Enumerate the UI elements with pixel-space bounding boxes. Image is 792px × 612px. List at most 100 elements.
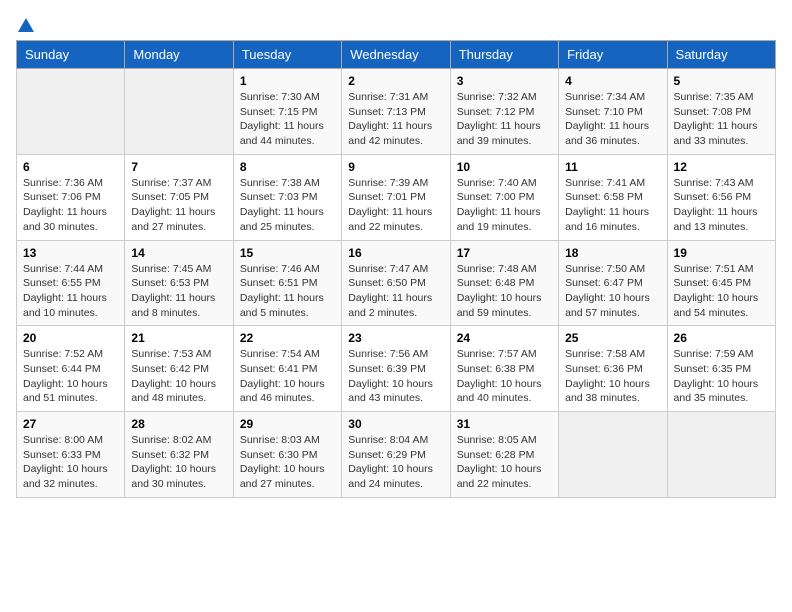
day-number: 11	[565, 160, 660, 174]
day-info: Sunrise: 7:39 AMSunset: 7:01 PMDaylight:…	[348, 176, 443, 235]
day-info: Sunrise: 7:31 AMSunset: 7:13 PMDaylight:…	[348, 90, 443, 149]
day-cell: 24 Sunrise: 7:57 AMSunset: 6:38 PMDayligh…	[450, 326, 558, 412]
day-number: 17	[457, 246, 552, 260]
day-number: 25	[565, 331, 660, 345]
calendar: SundayMondayTuesdayWednesdayThursdayFrid…	[16, 40, 776, 498]
day-cell: 1 Sunrise: 7:30 AMSunset: 7:15 PMDaylight…	[233, 69, 341, 155]
day-cell: 27 Sunrise: 8:00 AMSunset: 6:33 PMDayligh…	[17, 412, 125, 498]
day-number: 7	[131, 160, 226, 174]
day-cell: 6 Sunrise: 7:36 AMSunset: 7:06 PMDaylight…	[17, 154, 125, 240]
day-cell: 9 Sunrise: 7:39 AMSunset: 7:01 PMDaylight…	[342, 154, 450, 240]
day-info: Sunrise: 7:34 AMSunset: 7:10 PMDaylight:…	[565, 90, 660, 149]
day-number: 28	[131, 417, 226, 431]
day-number: 19	[674, 246, 769, 260]
day-info: Sunrise: 7:59 AMSunset: 6:35 PMDaylight:…	[674, 347, 769, 406]
day-number: 8	[240, 160, 335, 174]
day-info: Sunrise: 8:00 AMSunset: 6:33 PMDaylight:…	[23, 433, 118, 492]
day-info: Sunrise: 7:35 AMSunset: 7:08 PMDaylight:…	[674, 90, 769, 149]
day-info: Sunrise: 7:53 AMSunset: 6:42 PMDaylight:…	[131, 347, 226, 406]
day-info: Sunrise: 7:50 AMSunset: 6:47 PMDaylight:…	[565, 262, 660, 321]
day-info: Sunrise: 7:36 AMSunset: 7:06 PMDaylight:…	[23, 176, 118, 235]
day-cell	[125, 69, 233, 155]
day-cell: 26 Sunrise: 7:59 AMSunset: 6:35 PMDayligh…	[667, 326, 775, 412]
day-number: 16	[348, 246, 443, 260]
day-number: 15	[240, 246, 335, 260]
day-cell: 29Sunrise: 8:03 AMSunset: 6:30 PMDayligh…	[233, 412, 341, 498]
week-row-2: 6 Sunrise: 7:36 AMSunset: 7:06 PMDaylight…	[17, 154, 776, 240]
week-row-3: 13Sunrise: 7:44 AMSunset: 6:55 PMDayligh…	[17, 240, 776, 326]
day-cell: 15 Sunrise: 7:46 AMSunset: 6:51 PMDayligh…	[233, 240, 341, 326]
day-cell: 12 Sunrise: 7:43 AMSunset: 6:56 PMDayligh…	[667, 154, 775, 240]
day-number: 30	[348, 417, 443, 431]
day-number: 6	[23, 160, 118, 174]
day-number: 29	[240, 417, 335, 431]
day-info: Sunrise: 7:56 AMSunset: 6:39 PMDaylight:…	[348, 347, 443, 406]
day-info: Sunrise: 7:41 AMSunset: 6:58 PMDaylight:…	[565, 176, 660, 235]
week-row-5: 27 Sunrise: 8:00 AMSunset: 6:33 PMDayligh…	[17, 412, 776, 498]
day-info: Sunrise: 7:30 AMSunset: 7:15 PMDaylight:…	[240, 90, 335, 149]
column-header-tuesday: Tuesday	[233, 41, 341, 69]
day-info: Sunrise: 7:52 AMSunset: 6:44 PMDaylight:…	[23, 347, 118, 406]
day-cell: 13Sunrise: 7:44 AMSunset: 6:55 PMDayligh…	[17, 240, 125, 326]
day-cell: 25 Sunrise: 7:58 AMSunset: 6:36 PMDayligh…	[559, 326, 667, 412]
day-info: Sunrise: 7:37 AMSunset: 7:05 PMDaylight:…	[131, 176, 226, 235]
day-number: 2	[348, 74, 443, 88]
day-number: 14	[131, 246, 226, 260]
day-cell: 22 Sunrise: 7:54 AMSunset: 6:41 PMDayligh…	[233, 326, 341, 412]
day-number: 21	[131, 331, 226, 345]
day-cell: 31Sunrise: 8:05 AMSunset: 6:28 PMDayligh…	[450, 412, 558, 498]
day-number: 9	[348, 160, 443, 174]
day-number: 1	[240, 74, 335, 88]
day-info: Sunrise: 8:02 AMSunset: 6:32 PMDaylight:…	[131, 433, 226, 492]
day-info: Sunrise: 7:46 AMSunset: 6:51 PMDaylight:…	[240, 262, 335, 321]
column-header-thursday: Thursday	[450, 41, 558, 69]
day-cell: 30 Sunrise: 8:04 AMSunset: 6:29 PMDayligh…	[342, 412, 450, 498]
day-cell	[17, 69, 125, 155]
day-info: Sunrise: 7:45 AMSunset: 6:53 PMDaylight:…	[131, 262, 226, 321]
logo-icon	[17, 16, 35, 34]
day-info: Sunrise: 8:04 AMSunset: 6:29 PMDaylight:…	[348, 433, 443, 492]
day-number: 3	[457, 74, 552, 88]
day-number: 26	[674, 331, 769, 345]
day-info: Sunrise: 8:05 AMSunset: 6:28 PMDaylight:…	[457, 433, 552, 492]
day-info: Sunrise: 7:38 AMSunset: 7:03 PMDaylight:…	[240, 176, 335, 235]
day-cell: 3 Sunrise: 7:32 AMSunset: 7:12 PMDaylight…	[450, 69, 558, 155]
day-info: Sunrise: 7:57 AMSunset: 6:38 PMDaylight:…	[457, 347, 552, 406]
day-info: Sunrise: 7:32 AMSunset: 7:12 PMDaylight:…	[457, 90, 552, 149]
day-number: 22	[240, 331, 335, 345]
week-row-4: 20 Sunrise: 7:52 AMSunset: 6:44 PMDayligh…	[17, 326, 776, 412]
day-number: 12	[674, 160, 769, 174]
day-cell: 11 Sunrise: 7:41 AMSunset: 6:58 PMDayligh…	[559, 154, 667, 240]
day-number: 27	[23, 417, 118, 431]
day-number: 20	[23, 331, 118, 345]
day-info: Sunrise: 7:51 AMSunset: 6:45 PMDaylight:…	[674, 262, 769, 321]
day-number: 5	[674, 74, 769, 88]
day-cell: 19 Sunrise: 7:51 AMSunset: 6:45 PMDayligh…	[667, 240, 775, 326]
day-info: Sunrise: 7:48 AMSunset: 6:48 PMDaylight:…	[457, 262, 552, 321]
day-number: 23	[348, 331, 443, 345]
page-header	[16, 16, 776, 30]
day-info: Sunrise: 7:40 AMSunset: 7:00 PMDaylight:…	[457, 176, 552, 235]
day-cell: 28 Sunrise: 8:02 AMSunset: 6:32 PMDayligh…	[125, 412, 233, 498]
logo	[16, 16, 36, 30]
day-cell: 2 Sunrise: 7:31 AMSunset: 7:13 PMDaylight…	[342, 69, 450, 155]
day-info: Sunrise: 7:43 AMSunset: 6:56 PMDaylight:…	[674, 176, 769, 235]
day-info: Sunrise: 7:58 AMSunset: 6:36 PMDaylight:…	[565, 347, 660, 406]
day-info: Sunrise: 7:44 AMSunset: 6:55 PMDaylight:…	[23, 262, 118, 321]
column-header-friday: Friday	[559, 41, 667, 69]
day-cell: 5 Sunrise: 7:35 AMSunset: 7:08 PMDaylight…	[667, 69, 775, 155]
calendar-header-row: SundayMondayTuesdayWednesdayThursdayFrid…	[17, 41, 776, 69]
column-header-wednesday: Wednesday	[342, 41, 450, 69]
column-header-monday: Monday	[125, 41, 233, 69]
column-header-sunday: Sunday	[17, 41, 125, 69]
day-info: Sunrise: 7:54 AMSunset: 6:41 PMDaylight:…	[240, 347, 335, 406]
day-cell: 7 Sunrise: 7:37 AMSunset: 7:05 PMDaylight…	[125, 154, 233, 240]
day-cell: 17 Sunrise: 7:48 AMSunset: 6:48 PMDayligh…	[450, 240, 558, 326]
day-cell: 8 Sunrise: 7:38 AMSunset: 7:03 PMDaylight…	[233, 154, 341, 240]
day-cell: 4Sunrise: 7:34 AMSunset: 7:10 PMDaylight…	[559, 69, 667, 155]
day-number: 18	[565, 246, 660, 260]
column-header-saturday: Saturday	[667, 41, 775, 69]
day-number: 24	[457, 331, 552, 345]
day-number: 10	[457, 160, 552, 174]
day-cell: 20 Sunrise: 7:52 AMSunset: 6:44 PMDayligh…	[17, 326, 125, 412]
